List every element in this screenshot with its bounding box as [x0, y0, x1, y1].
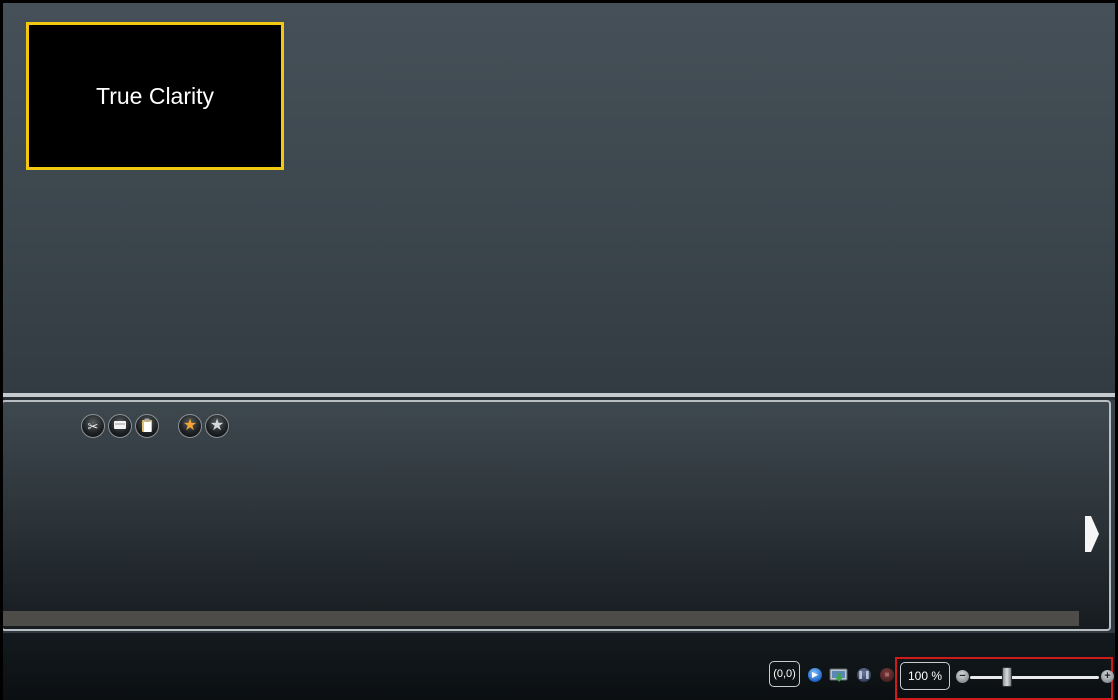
copy-icon [113, 419, 127, 433]
pause-icon: ❚❚ [857, 670, 871, 679]
main-window: True Clarity ✂ ★ ★ (0,0) ▶ ❚❚ ■ 100 % − … [3, 3, 1115, 700]
copy-button[interactable] [108, 414, 132, 438]
status-bar: (0,0) ▶ ❚❚ ■ 100 % − + [3, 633, 1115, 700]
zoom-slider-thumb[interactable] [1002, 667, 1013, 687]
next-arrow-button[interactable] [1083, 508, 1101, 565]
play-button[interactable]: ▶ [808, 668, 822, 682]
coordinates-display: (0,0) [769, 661, 800, 687]
paste-icon [141, 418, 153, 435]
favorite-silver-button[interactable]: ★ [205, 414, 229, 438]
video-clip-preview[interactable]: True Clarity [26, 22, 284, 170]
silver-star-icon: ★ [209, 417, 225, 434]
scissors-icon: ✂ [87, 418, 99, 434]
minus-icon: − [959, 670, 966, 682]
zoom-percentage[interactable]: 100 % [900, 662, 950, 690]
cut-button[interactable]: ✂ [81, 414, 105, 438]
zoom-slider[interactable] [970, 676, 1099, 679]
zoom-in-button[interactable]: + [1101, 670, 1114, 683]
right-arrow-icon [1085, 516, 1099, 552]
clip-title: True Clarity [96, 82, 214, 109]
paste-button[interactable] [135, 414, 159, 438]
timeline-panel: ✂ ★ ★ [3, 400, 1111, 631]
plus-icon: + [1104, 670, 1111, 682]
preview-area: True Clarity [3, 3, 1115, 393]
export-button[interactable] [829, 666, 849, 683]
timeline-scrollbar[interactable] [3, 611, 1079, 626]
stop-button[interactable]: ■ [880, 668, 894, 682]
zoom-out-button[interactable]: − [956, 670, 969, 683]
play-icon: ▶ [811, 670, 819, 679]
gold-star-icon: ★ [182, 417, 198, 434]
favorite-gold-button[interactable]: ★ [178, 414, 202, 438]
export-icon [829, 668, 848, 682]
stop-icon: ■ [884, 670, 890, 679]
pause-button[interactable]: ❚❚ [857, 668, 871, 682]
